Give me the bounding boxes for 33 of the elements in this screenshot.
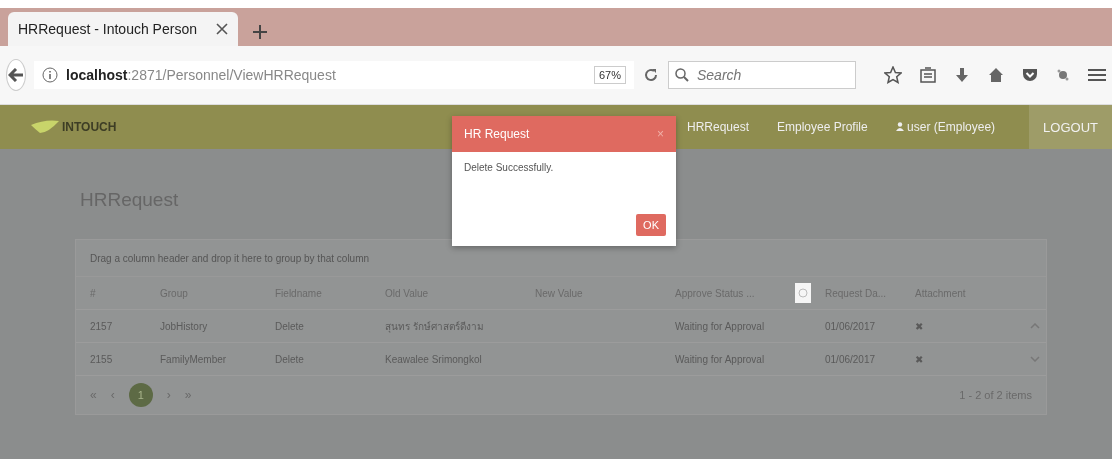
column-header[interactable]: # (76, 287, 146, 299)
table-cell: FamilyMember (160, 353, 227, 365)
table-cell: 2157 (90, 320, 113, 332)
next-page-button[interactable]: › (166, 388, 171, 402)
app-logo-text: INTOUCH (62, 120, 117, 134)
table-cell: 01/06/2017 (825, 353, 876, 365)
search-field[interactable]: Search (668, 61, 856, 89)
user-menu[interactable]: user (Employee) (907, 120, 996, 134)
table-cell: JobHistory (160, 320, 208, 332)
table-cell: Delete (275, 353, 304, 365)
table-cell: ✖ (915, 320, 923, 332)
zoom-level[interactable]: 67% (593, 66, 626, 84)
nav-link[interactable]: HRRequest (686, 120, 749, 134)
dialog-title: HR Request (464, 127, 530, 141)
table-cell: ✖ (915, 353, 923, 365)
table-cell: สุนทร รักษ์ศาสตร์ดีงาม (385, 320, 484, 332)
previous-page-button[interactable]: ‹ (110, 388, 115, 402)
nav-link[interactable]: Employee Profile (777, 120, 868, 134)
table-cell: Delete (275, 320, 304, 332)
dialog-message: Delete Successfully. (463, 161, 555, 175)
url-text: localhost:2871/Personnel/ViewHRRequest (66, 67, 336, 83)
last-page-button[interactable]: » (184, 388, 192, 402)
table-cell: Keawalee Srimongkol (385, 353, 482, 365)
address-bar[interactable]: localhost:2871/Personnel/ViewHRRequest 67% (34, 61, 634, 89)
close-button[interactable]: × (657, 127, 664, 141)
logout-button[interactable]: LOGOUT (1029, 105, 1112, 149)
ok-button[interactable]: OK (636, 214, 666, 236)
first-page-button[interactable]: « (90, 388, 97, 402)
browser-tab[interactable]: HRRequest - Intouch Person (8, 12, 238, 46)
page-button[interactable]: 1 (128, 383, 153, 407)
search-input[interactable]: Search (695, 66, 849, 84)
table-cell: 01/06/2017 (825, 320, 876, 332)
table-cell: 2155 (90, 353, 113, 365)
